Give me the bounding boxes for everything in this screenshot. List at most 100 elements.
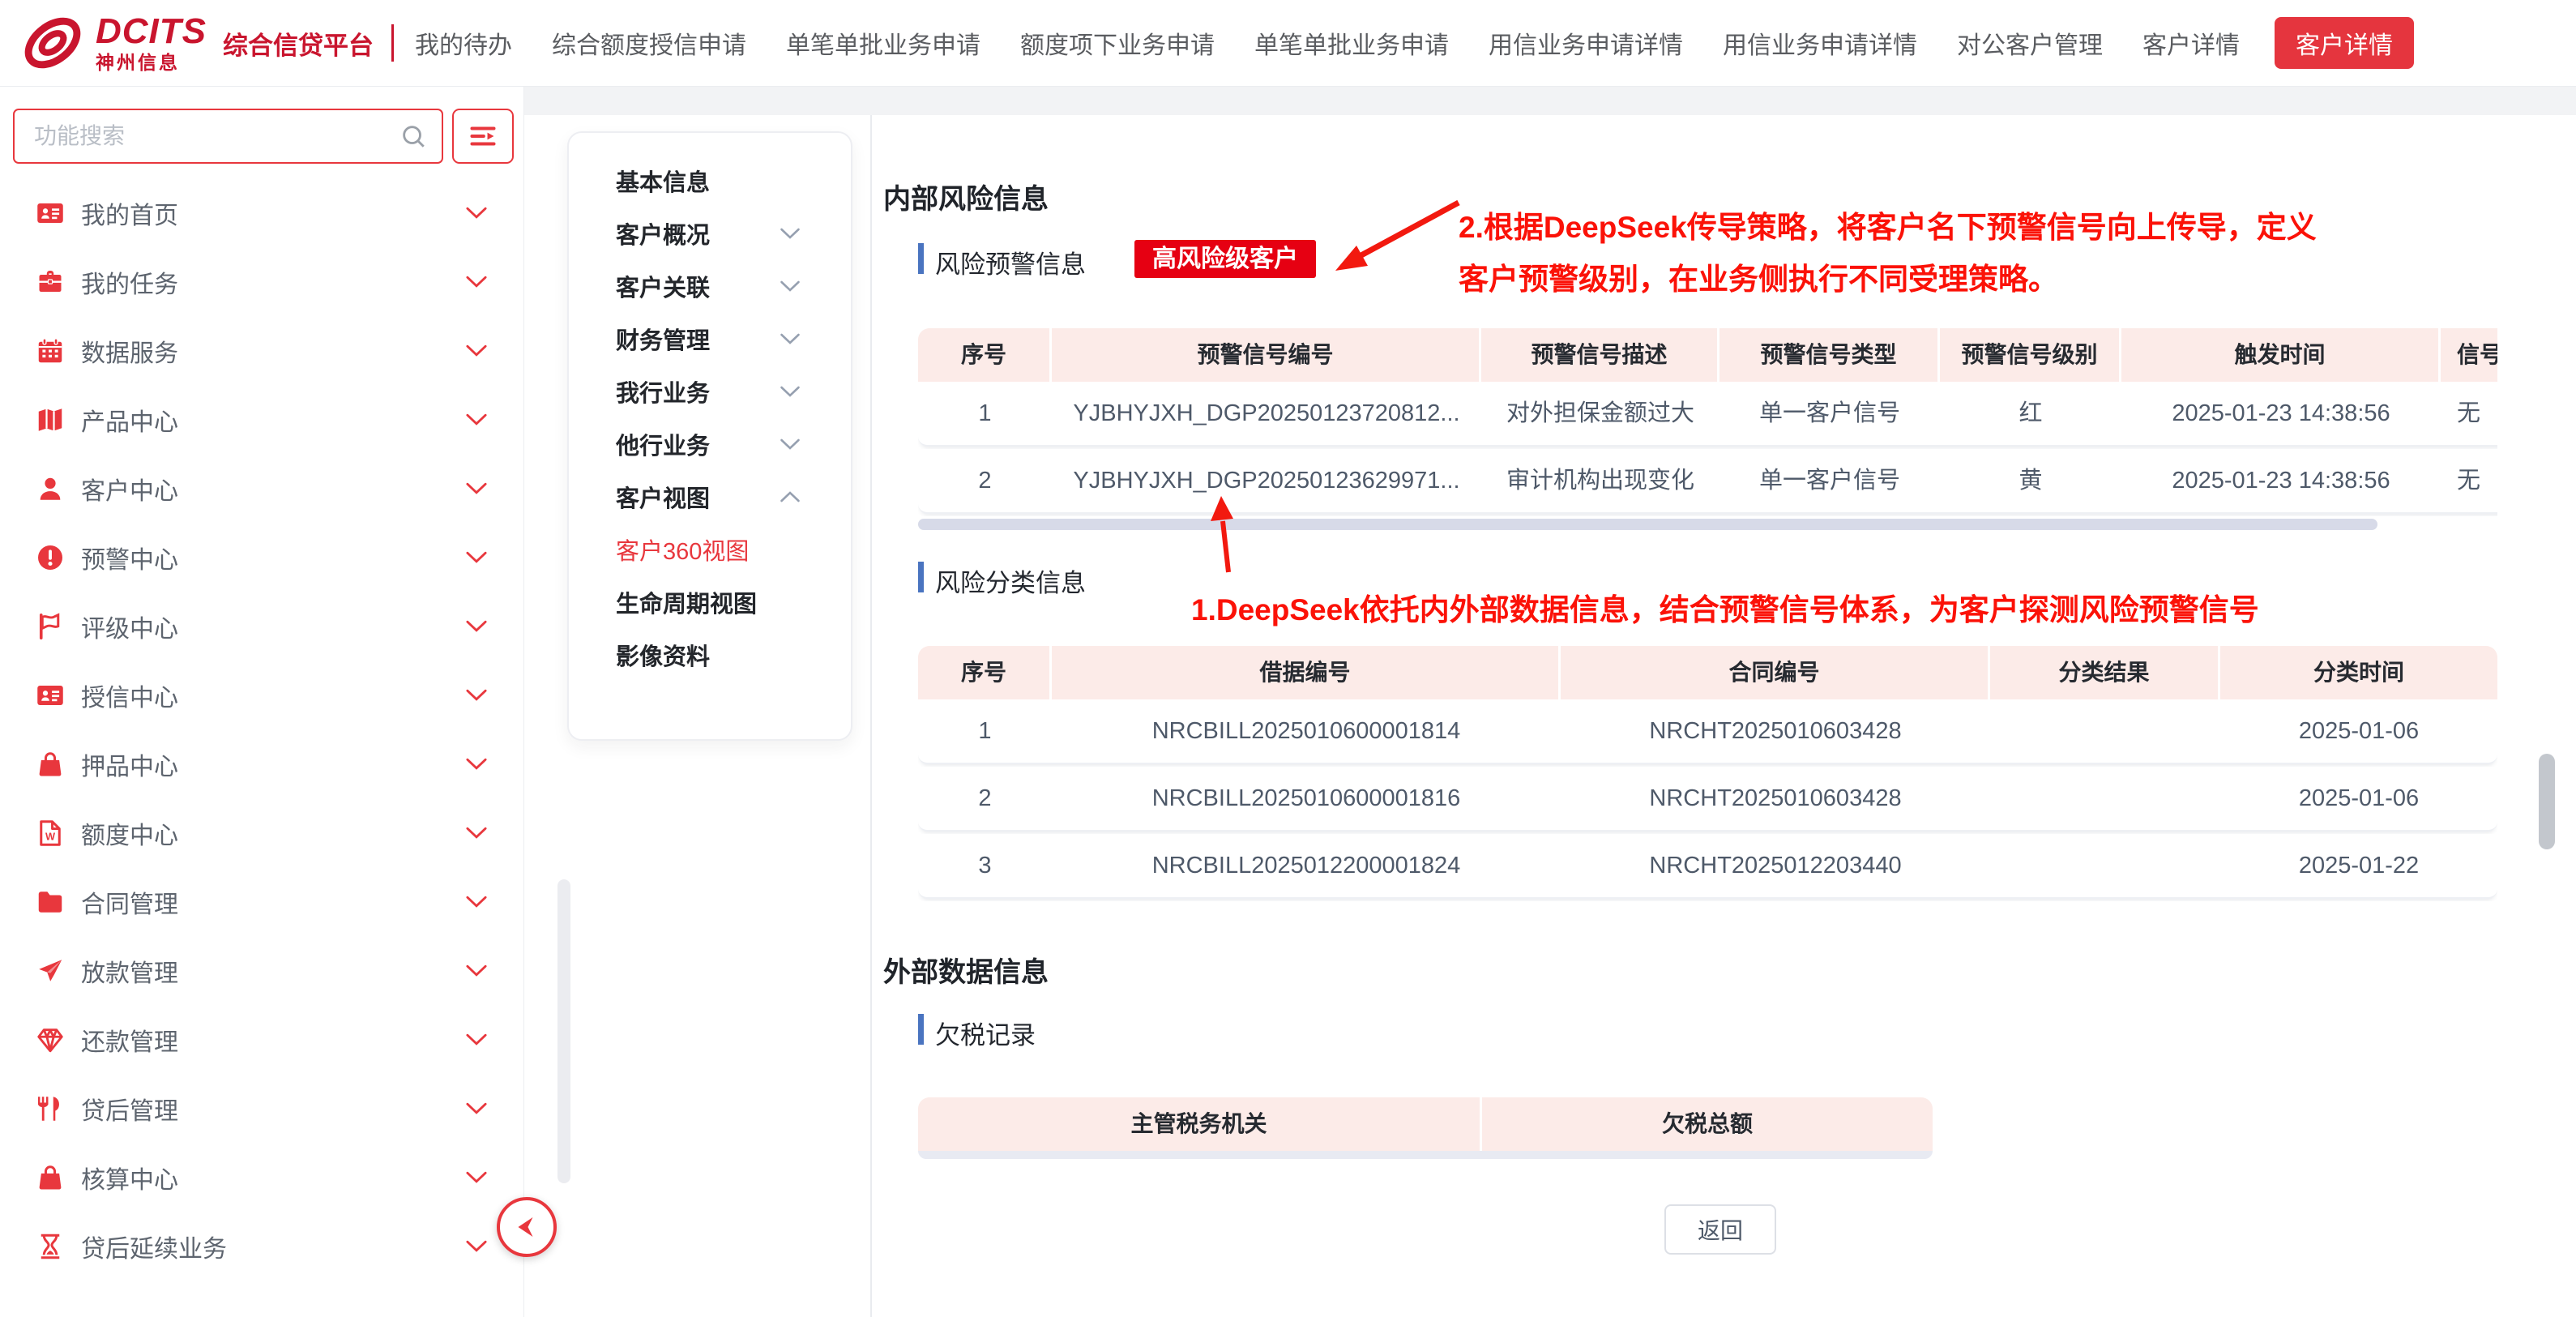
chevron-down-icon	[465, 964, 488, 977]
subnav-item[interactable]: 客户关联	[569, 259, 851, 312]
customer-subnav-card: 基本信息客户概况客户关联财务管理我行业务他行业务客户视图客户360视图生命周期视…	[567, 131, 852, 741]
table-cell: NRCBILL2025010600001816	[1052, 767, 1561, 830]
table-cell: 红	[1940, 382, 2121, 445]
alert-icon	[36, 543, 65, 572]
tax-section-title: 欠税记录	[935, 1015, 1036, 1051]
table-row: 3NRCBILL2025012200001824NRCHT20250122034…	[918, 834, 2497, 899]
sidebar-item-calendar[interactable]: 数据服务	[0, 316, 523, 385]
table-cell: 3	[918, 834, 1052, 897]
table-cell: YJBHYJXH_DGP20250123629971...	[1052, 449, 1481, 512]
subnav-item[interactable]: 他行业务	[569, 417, 851, 470]
subnav-item[interactable]: 财务管理	[569, 312, 851, 365]
bag-icon	[36, 750, 65, 779]
annotation-2-line2: 客户预警级别，在业务侧执行不同受理策略。	[1459, 254, 2058, 298]
top-nav-item[interactable]: 综合额度授信申请	[552, 25, 746, 61]
chevron-down-icon	[780, 227, 801, 240]
top-nav-item[interactable]: 对公客户管理	[1957, 25, 2103, 61]
sidebar-item-utensils[interactable]: 贷后管理	[0, 1074, 523, 1143]
column-header: 分类结果	[1990, 646, 2220, 699]
function-search-box	[13, 109, 443, 164]
subnav-item-label: 他行业务	[616, 427, 710, 461]
menu-toggle-button[interactable]	[452, 109, 514, 164]
top-nav-item[interactable]: 我的待办	[415, 25, 512, 61]
sidebar-item-label: 还款管理	[81, 1022, 178, 1058]
horizontal-scrollbar-thumb[interactable]	[918, 519, 2377, 530]
sidebar-item-label: 贷后延续业务	[81, 1229, 227, 1264]
chevron-down-icon	[780, 332, 801, 345]
column-header: 序号	[918, 328, 1052, 382]
sidebar-item-label: 核算中心	[81, 1160, 178, 1195]
table-cell: 1	[918, 699, 1052, 763]
subnav-item[interactable]: 我行业务	[569, 365, 851, 417]
sidebar-item-bag[interactable]: 核算中心	[0, 1143, 523, 1212]
content-top-strip	[523, 86, 2576, 115]
sidebar-item-user[interactable]: 客户中心	[0, 454, 523, 523]
sidebar-item-label: 押品中心	[81, 746, 178, 782]
table-header-row: 序号预警信号编号预警信号描述预警信号类型预警信号级别触发时间信号状态	[918, 328, 2497, 382]
table-cell: 对外担保金额过大	[1481, 382, 1719, 445]
table-cell: 无	[2441, 449, 2497, 512]
column-header: 预警信号类型	[1719, 328, 1940, 382]
sidebar-item-docw[interactable]: W额度中心	[0, 798, 523, 867]
column-header: 预警信号级别	[1940, 328, 2121, 382]
subnav-item-label: 财务管理	[616, 322, 710, 356]
sidebar-item-diamond[interactable]: 还款管理	[0, 1005, 523, 1074]
subnav-item-label: 生命周期视图	[616, 585, 757, 619]
chevron-down-icon	[465, 757, 488, 771]
subnav-scrollbar[interactable]	[557, 879, 570, 1183]
sidebar-item-idcard[interactable]: 我的首页	[0, 178, 523, 247]
sidebar-item-hourglass[interactable]: 贷后延续业务	[0, 1212, 523, 1281]
vertical-scrollbar-thumb[interactable]	[2539, 754, 2555, 849]
tax-table: 主管税务机关欠税总额	[918, 1097, 1933, 1159]
table-cell: YJBHYJXH_DGP20250123720812...	[1052, 382, 1481, 445]
top-nav-item[interactable]: 用信业务申请详情	[1723, 25, 1917, 61]
top-nav-item-active[interactable]: 客户详情	[2275, 17, 2414, 69]
sidebar-item-folder[interactable]: 合同管理	[0, 867, 523, 936]
table-cell: NRCHT2025012203440	[1561, 834, 1990, 897]
subnav-item-label: 基本信息	[616, 164, 710, 198]
subnav-item[interactable]: 客户视图	[569, 470, 851, 523]
chevron-down-icon	[465, 481, 488, 495]
dcits-logo-icon	[21, 11, 84, 75]
top-nav-item[interactable]: 单笔单批业务申请	[786, 25, 980, 61]
subnav-item[interactable]: 影像资料	[569, 628, 851, 681]
subnav-item[interactable]: 生命周期视图	[569, 575, 851, 628]
brand-subtitle: 神州信息	[96, 53, 207, 72]
empty-table-bottom-bar	[918, 1151, 1933, 1159]
top-nav-item[interactable]: 用信业务申请详情	[1489, 25, 1683, 61]
sidebar-menu: 我的首页我的任务数据服务产品中心客户中心预警中心评级中心授信中心押品中心 W额度中…	[0, 178, 523, 1281]
search-input[interactable]	[32, 122, 399, 150]
top-nav-item[interactable]: 单笔单批业务申请	[1254, 25, 1449, 61]
title-divider	[391, 24, 394, 62]
sidebar-item-idcard[interactable]: 授信中心	[0, 661, 523, 729]
table-cell	[1990, 699, 2220, 763]
subnav-item[interactable]: 基本信息	[569, 154, 851, 207]
sidebar-item-briefcase[interactable]: 我的任务	[0, 247, 523, 316]
map-icon	[36, 405, 65, 434]
docw-icon: W	[36, 819, 65, 848]
sidebar-item-label: 我的首页	[81, 195, 178, 231]
diamond-icon	[36, 1025, 65, 1054]
sidebar-item-flag[interactable]: 评级中心	[0, 592, 523, 661]
sidebar-item-alert[interactable]: 预警中心	[0, 523, 523, 592]
sidebar-item-send[interactable]: 放款管理	[0, 936, 523, 1005]
sidebar-item-bag[interactable]: 押品中心	[0, 729, 523, 798]
column-header: 合同编号	[1561, 646, 1990, 699]
subnav-item-active[interactable]: 客户360视图	[569, 523, 851, 575]
top-nav-item[interactable]: 额度项下业务申请	[1020, 25, 1215, 61]
table-cell: 2025-01-22	[2220, 834, 2497, 897]
chevron-down-icon	[465, 550, 488, 564]
back-button[interactable]: 返回	[1664, 1204, 1776, 1255]
chevron-down-icon	[465, 1033, 488, 1046]
table-cell: NRCHT2025010603428	[1561, 767, 1990, 830]
chevron-down-icon	[465, 1170, 488, 1184]
table-cell: NRCBILL2025010600001814	[1052, 699, 1561, 763]
sidebar-collapse-button[interactable]	[497, 1197, 557, 1257]
top-nav-item[interactable]: 客户详情	[2142, 25, 2240, 61]
sidebar-item-map[interactable]: 产品中心	[0, 385, 523, 454]
subnav-item[interactable]: 客户概况	[569, 207, 851, 259]
sidebar-item-label: 放款管理	[81, 953, 178, 989]
svg-text:W: W	[45, 830, 56, 842]
subnav-item-label: 客户关联	[616, 269, 710, 303]
column-header: 序号	[918, 646, 1052, 699]
